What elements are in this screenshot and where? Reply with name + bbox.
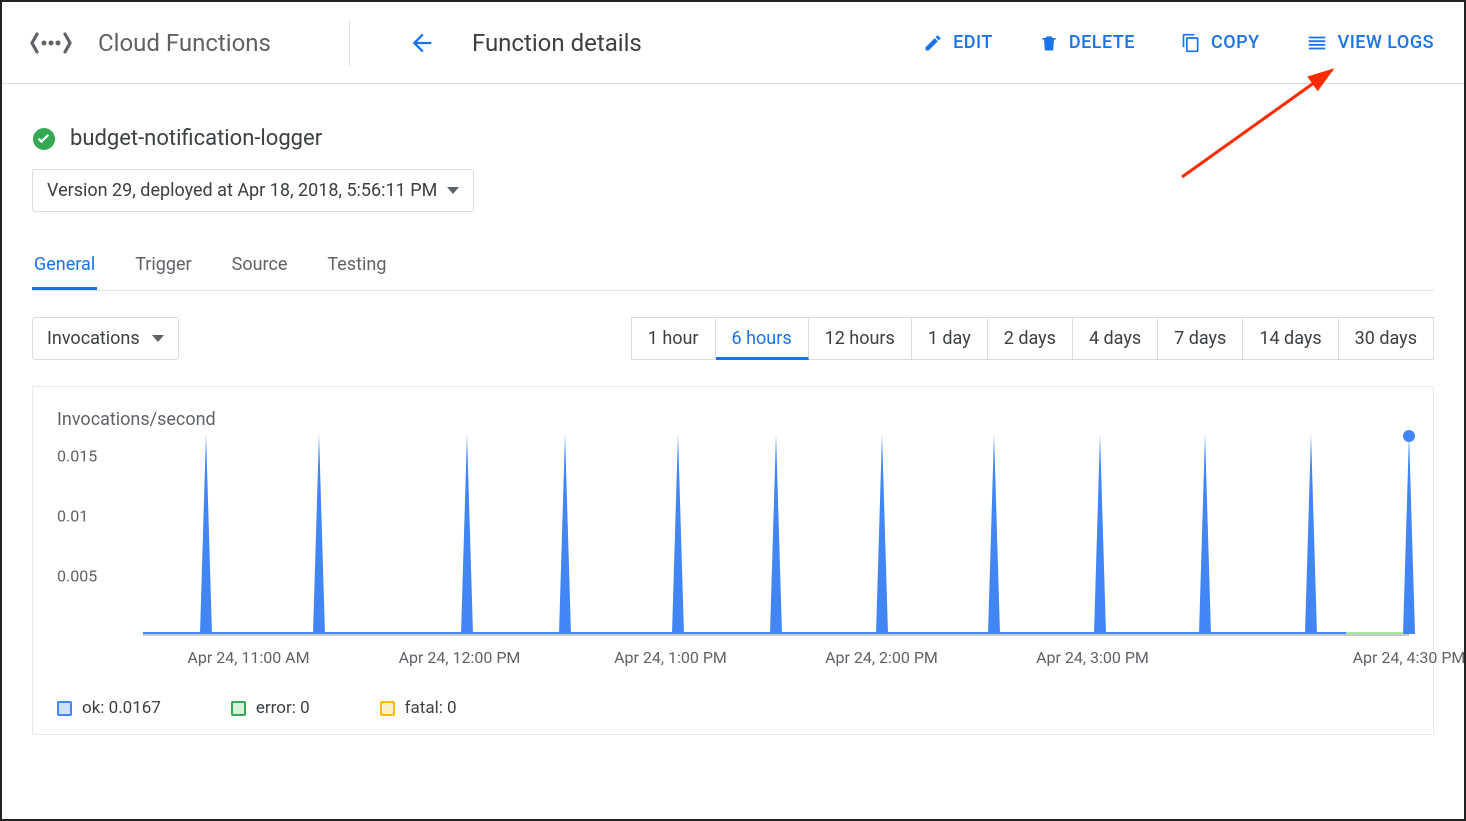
spike: [461, 434, 473, 634]
chevron-down-icon: [152, 335, 164, 342]
copy-button[interactable]: COPY: [1181, 32, 1260, 54]
copy-label: COPY: [1211, 32, 1260, 53]
page-title: Function details: [472, 29, 642, 57]
range-4-days[interactable]: 4 days: [1073, 317, 1158, 360]
range-30-days[interactable]: 30 days: [1339, 317, 1434, 360]
spike: [313, 434, 325, 634]
spike: [770, 434, 782, 634]
legend-text: ok: 0.0167: [82, 698, 161, 718]
spike: [672, 434, 684, 634]
range-12-hours[interactable]: 12 hours: [809, 317, 912, 360]
x-tick: Apr 24, 2:00 PM: [825, 648, 938, 667]
view-logs-label: VIEW LOGS: [1338, 32, 1434, 53]
copy-icon: [1181, 33, 1201, 53]
edit-label: EDIT: [953, 32, 993, 53]
tab-testing[interactable]: Testing: [325, 240, 388, 290]
x-tick: Apr 24, 1:00 PM: [614, 648, 727, 667]
range-7-days[interactable]: 7 days: [1158, 317, 1243, 360]
delete-button[interactable]: DELETE: [1039, 32, 1135, 54]
tab-trigger[interactable]: Trigger: [133, 240, 193, 290]
tab-source[interactable]: Source: [230, 240, 290, 290]
y-tick: 0.015: [57, 447, 97, 466]
spike: [200, 434, 212, 634]
product-title: Cloud Functions: [98, 29, 271, 57]
y-tick: 0.005: [57, 567, 97, 586]
series-baseline-error: [1346, 632, 1409, 634]
time-range-group: 1 hour6 hours12 hours1 day2 days4 days7 …: [631, 317, 1434, 360]
range-1-day[interactable]: 1 day: [912, 317, 988, 360]
spike: [1403, 434, 1415, 634]
tab-general[interactable]: General: [32, 240, 97, 290]
legend-item-error: error: 0: [231, 698, 310, 718]
chevron-down-icon: [447, 187, 459, 194]
range-6-hours[interactable]: 6 hours: [716, 317, 809, 360]
delete-label: DELETE: [1069, 32, 1135, 53]
metric-dropdown[interactable]: Invocations: [32, 317, 179, 360]
chart-card: Invocations/second 0.005 0.01 0.015 Apr 24…: [32, 386, 1434, 735]
chart: 0.005 0.01 0.015 Apr 24, 11:00 AM Apr 24, 1…: [53, 436, 1413, 686]
separator: [349, 20, 350, 66]
cloud-functions-icon: [26, 18, 76, 68]
spike: [1199, 434, 1211, 634]
edit-button[interactable]: EDIT: [923, 32, 993, 54]
spike: [559, 434, 571, 634]
version-dropdown[interactable]: Version 29, deployed at Apr 18, 2018, 5:…: [32, 169, 474, 212]
legend-swatch: [57, 701, 72, 716]
logs-icon: [1306, 32, 1328, 54]
x-tick: Apr 24, 11:00 AM: [187, 648, 309, 667]
legend-text: fatal: 0: [405, 698, 457, 718]
function-name: budget-notification-logger: [70, 126, 322, 151]
latest-point-marker: [1403, 430, 1415, 442]
arrow-left-icon: [408, 29, 436, 57]
top-bar: Cloud Functions Function details EDIT DE…: [2, 2, 1464, 84]
chart-title: Invocations/second: [57, 409, 1413, 430]
trash-icon: [1039, 33, 1059, 53]
x-tick: Apr 24, 12:00 PM: [399, 648, 521, 667]
legend-item-ok: ok: 0.0167: [57, 698, 161, 718]
view-logs-button[interactable]: VIEW LOGS: [1306, 32, 1434, 54]
back-button[interactable]: [398, 23, 446, 63]
range-2-days[interactable]: 2 days: [988, 317, 1073, 360]
x-tick: Apr 24, 3:00 PM: [1036, 648, 1149, 667]
function-header: budget-notification-logger: [32, 126, 1434, 151]
spike: [1094, 434, 1106, 634]
range-1-hour[interactable]: 1 hour: [631, 317, 716, 360]
top-actions: EDIT DELETE COPY VIEW LOGS: [923, 32, 1440, 54]
spike: [988, 434, 1000, 634]
version-label: Version 29, deployed at Apr 18, 2018, 5:…: [47, 180, 437, 201]
legend: ok: 0.0167 error: 0 fatal: 0: [57, 698, 1413, 718]
tabs: General Trigger Source Testing: [32, 240, 1434, 291]
legend-swatch: [380, 701, 395, 716]
legend-item-fatal: fatal: 0: [380, 698, 457, 718]
legend-swatch: [231, 701, 246, 716]
metric-label: Invocations: [47, 328, 140, 349]
legend-text: error: 0: [256, 698, 310, 718]
pencil-icon: [923, 33, 943, 53]
range-14-days[interactable]: 14 days: [1243, 317, 1338, 360]
spike: [1305, 434, 1317, 634]
x-tick: Apr 24, 4:30 PM: [1353, 648, 1466, 667]
spike: [876, 434, 888, 634]
y-tick: 0.01: [57, 507, 88, 526]
status-ok-icon: [32, 127, 56, 151]
